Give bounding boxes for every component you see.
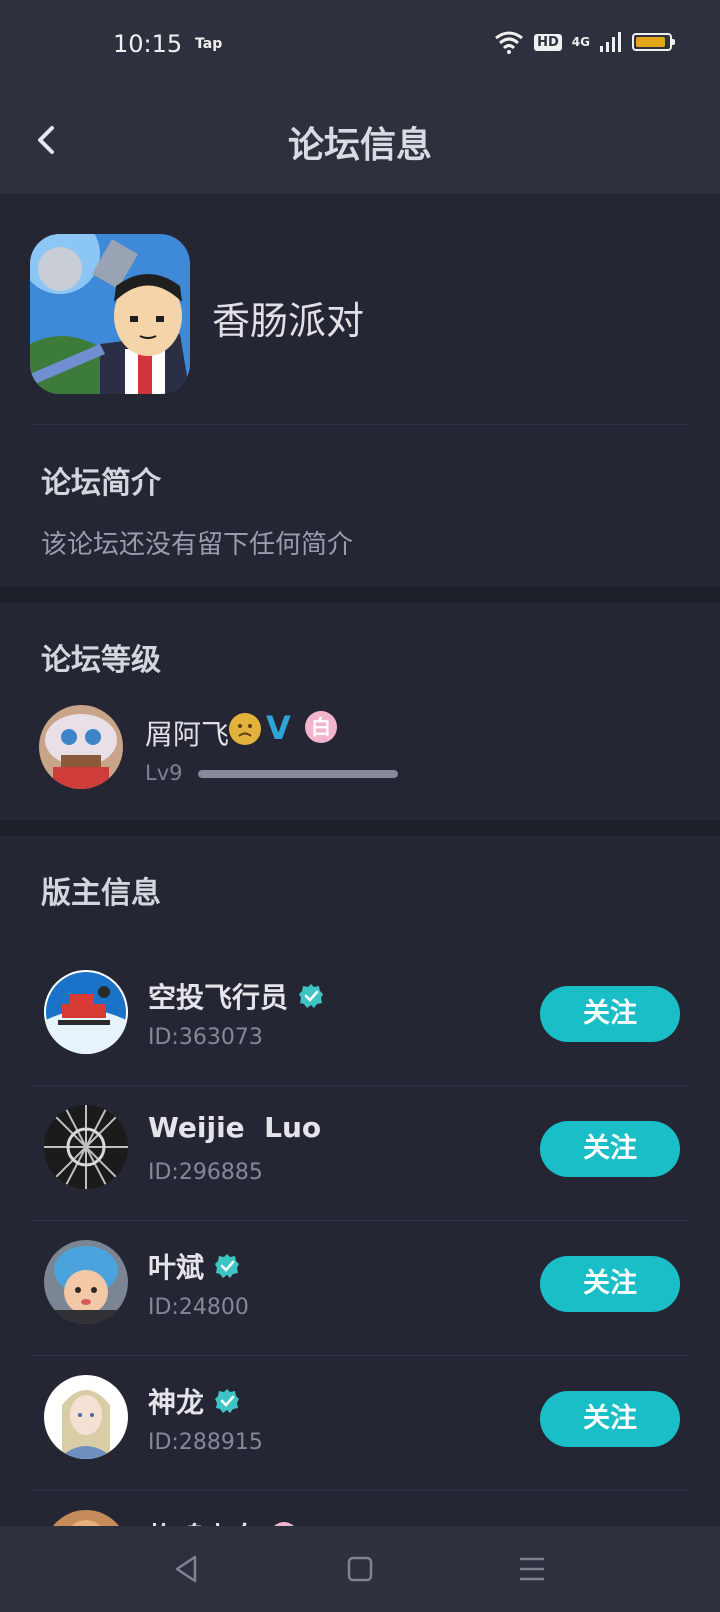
avatar[interactable] bbox=[44, 1105, 128, 1189]
moderator-name-wrap: 叶斌 bbox=[148, 1246, 240, 1286]
moderator-name-wrap: 炸鸡少女 bbox=[148, 1516, 299, 1526]
forum-level-section: 论坛等级 屑阿飞 V 白 Lv9 bbox=[0, 603, 720, 820]
moderator-name: 炸鸡少女 bbox=[148, 1516, 260, 1526]
moderator-name-wrap: Weijie Luo bbox=[148, 1111, 321, 1144]
page-title: 论坛信息 bbox=[287, 125, 432, 166]
square-home-icon bbox=[347, 1556, 373, 1582]
moderator-row[interactable]: Weijie Luo ID:296885 关注 bbox=[0, 1086, 720, 1221]
moderator-name: Weijie Luo bbox=[148, 1111, 322, 1144]
avatar[interactable] bbox=[44, 1240, 128, 1324]
verified-icon bbox=[215, 1389, 240, 1413]
app-header: 论坛信息 bbox=[0, 90, 720, 194]
network-label: 4G bbox=[571, 35, 590, 49]
status-bar: 10:15 Tap HD 4G bbox=[0, 0, 720, 90]
wifi-icon bbox=[495, 31, 524, 54]
level-progress-bar bbox=[198, 770, 398, 778]
divider bbox=[30, 424, 690, 425]
forum-info-section: 香肠派对 论坛简介 该论坛还没有留下任何简介 bbox=[0, 194, 720, 587]
follow-button[interactable]: 关注 bbox=[540, 986, 680, 1042]
carrier-label: Tap bbox=[195, 36, 223, 52]
moderators-section-title: 版主信息 bbox=[41, 876, 161, 911]
system-nav-bar bbox=[0, 1526, 720, 1612]
game-icon bbox=[30, 234, 190, 394]
avatar[interactable] bbox=[44, 1510, 128, 1526]
follow-button[interactable]: 关注 bbox=[540, 1121, 680, 1177]
hd-badge: HD bbox=[534, 33, 562, 51]
moderator-id: ID:296885 bbox=[148, 1160, 263, 1185]
moderator-name-wrap: 神龙 bbox=[148, 1381, 240, 1421]
sad-face-icon bbox=[229, 713, 261, 745]
moderator-row[interactable]: 空投飞行员 ID:363073 关注 bbox=[0, 951, 720, 1086]
intro-text: 该论坛还没有留下任何简介 bbox=[41, 530, 354, 560]
triangle-back-icon bbox=[175, 1555, 197, 1583]
battery-icon bbox=[632, 33, 675, 51]
forum-name: 香肠派对 bbox=[212, 299, 365, 343]
moderator-name-wrap: 空投飞行员 bbox=[148, 976, 324, 1016]
status-icons: HD 4G bbox=[494, 30, 675, 54]
verified-icon bbox=[299, 984, 324, 1008]
verified-icon bbox=[215, 1254, 240, 1278]
section-gap bbox=[0, 820, 720, 836]
moderator-row[interactable]: 神龙 ID:288915 关注 bbox=[0, 1356, 720, 1491]
v-badge: V bbox=[266, 709, 291, 747]
follow-button[interactable]: 关注 bbox=[540, 1256, 680, 1312]
user-name: 屑阿飞 bbox=[145, 718, 230, 751]
signal-icon bbox=[600, 32, 621, 52]
section-gap bbox=[0, 587, 720, 603]
pink-badge: 白 bbox=[305, 711, 337, 743]
level-progress-fill bbox=[198, 770, 398, 778]
battery-level bbox=[636, 37, 665, 47]
avatar[interactable] bbox=[44, 1375, 128, 1459]
level-section-title: 论坛等级 bbox=[41, 643, 161, 678]
moderator-id: ID:288915 bbox=[148, 1430, 263, 1455]
moderator-name: 叶斌 bbox=[148, 1251, 205, 1284]
moderator-row[interactable]: 叶斌 ID:24800 关注 bbox=[0, 1221, 720, 1356]
avatar[interactable] bbox=[39, 705, 123, 789]
avatar[interactable] bbox=[44, 970, 128, 1054]
level-label: Lv9 bbox=[145, 761, 183, 785]
menu-icon bbox=[520, 1557, 544, 1581]
nav-menu-button[interactable] bbox=[512, 1549, 552, 1589]
moderators-section: 版主信息 空投飞行员 ID:363073 关注 Weijie Luo ID:29… bbox=[0, 836, 720, 1526]
nav-home-button[interactable] bbox=[340, 1549, 380, 1589]
intro-title: 论坛简介 bbox=[41, 466, 161, 501]
moderator-row[interactable]: 炸鸡少女 关注 bbox=[0, 1491, 720, 1526]
follow-button[interactable]: 关注 bbox=[540, 1391, 680, 1447]
moderator-name: 空投飞行员 bbox=[148, 981, 289, 1014]
moderator-name: 神龙 bbox=[148, 1386, 205, 1419]
moderator-id: ID:363073 bbox=[148, 1025, 263, 1050]
moderator-id: ID:24800 bbox=[148, 1295, 249, 1320]
status-time: 10:15 bbox=[113, 30, 183, 58]
nav-back-button[interactable] bbox=[167, 1549, 207, 1589]
